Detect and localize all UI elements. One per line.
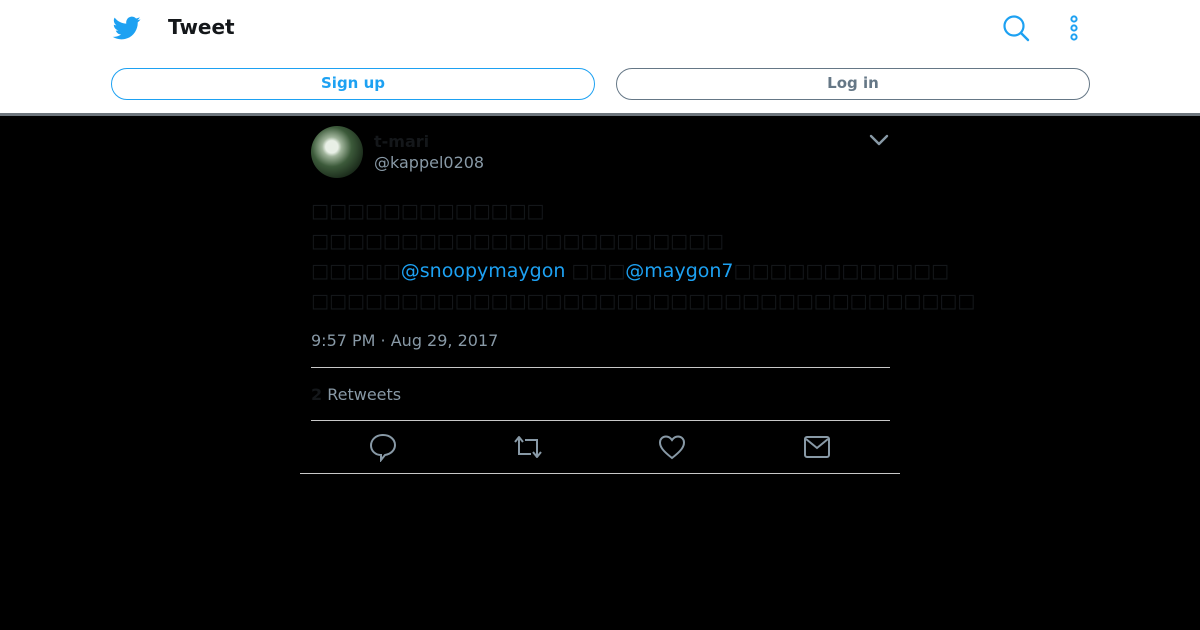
heart-icon[interactable]: [657, 432, 687, 462]
retweet-count: 2: [311, 385, 323, 404]
tweet-text: □□□□□□□□□□□□□ □□□□□□□□□□□□□□□□□□□□□□□ □□…: [311, 196, 976, 316]
tweet-timestamp[interactable]: 9:57 PM · Aug 29, 2017: [311, 331, 498, 350]
reply-icon[interactable]: [368, 432, 398, 462]
avatar[interactable]: [311, 126, 363, 178]
log-in-button[interactable]: Log in: [616, 68, 1090, 100]
mention-link[interactable]: @maygon7: [625, 260, 733, 282]
tweet-line-suffix: □□□□□□□□□□□□: [733, 260, 949, 282]
search-icon[interactable]: [1002, 14, 1030, 42]
sign-up-button[interactable]: Sign up: [111, 68, 595, 100]
author-display-name[interactable]: t-mari: [374, 132, 429, 151]
chevron-down-icon[interactable]: [868, 132, 890, 148]
tweet-line: □□□□□□□□□□□□□□□□□□□□□□□: [311, 230, 724, 252]
header-divider: [0, 113, 1200, 116]
tweet-line: □□□□□@snoopymaygon □□□@maygon7□□□□□□□□□□…: [311, 256, 949, 286]
retweets-label: Retweets: [327, 385, 402, 404]
tweet-line: □□□□□□□□□□□□□: [311, 200, 545, 222]
more-vertical-icon[interactable]: [1066, 14, 1082, 42]
mail-icon[interactable]: [802, 432, 832, 462]
author-handle[interactable]: @kappel0208: [374, 153, 484, 172]
tweet-line-prefix: □□□□□: [311, 260, 401, 282]
twitter-bird-icon[interactable]: [112, 14, 142, 42]
retweet-stats[interactable]: 2 Retweets: [311, 385, 401, 404]
top-bar: Tweet Sign up Log in: [0, 0, 1200, 113]
retweet-icon[interactable]: [512, 432, 544, 462]
mention-link[interactable]: @snoopymaygon: [401, 260, 566, 282]
page-title: Tweet: [168, 15, 235, 39]
divider: [300, 473, 900, 474]
divider: [311, 420, 890, 421]
tweet-line-middle: □□□: [565, 260, 626, 282]
tweet-line: □□□□□□□□□□□□□□□□□□□□□□□□□□□□□□□□□□□□□: [311, 290, 976, 312]
divider: [311, 367, 890, 368]
